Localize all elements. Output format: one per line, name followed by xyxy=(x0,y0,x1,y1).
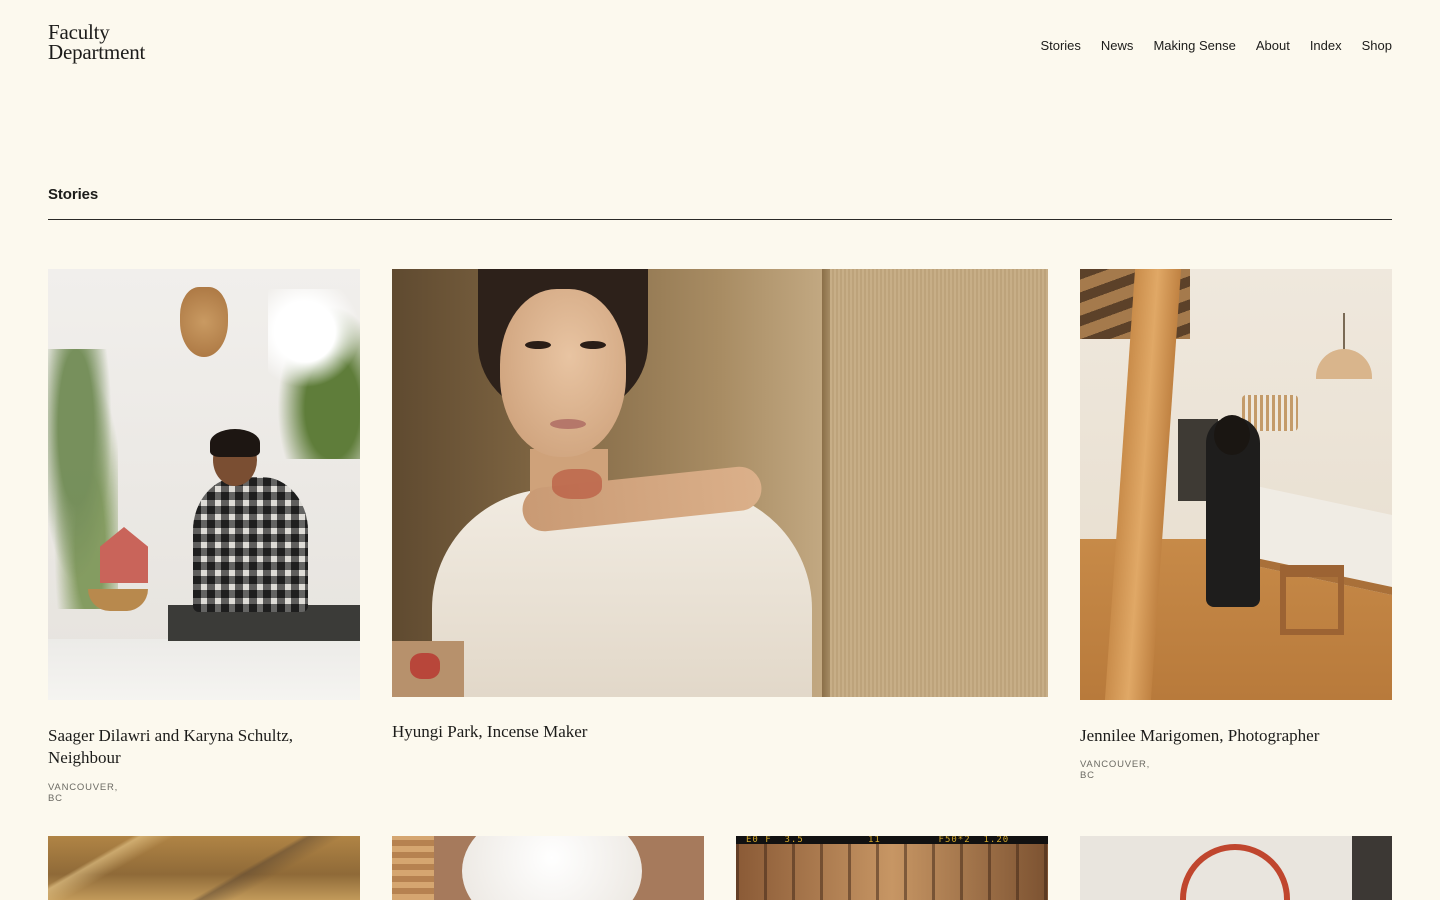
story-photo-7[interactable] xyxy=(1080,836,1392,900)
section-title: Stories xyxy=(48,186,99,203)
main-nav: Stories News Making Sense About Index Sh… xyxy=(1040,38,1392,53)
logo-line-1: Faculty xyxy=(48,20,110,44)
nav-index[interactable]: Index xyxy=(1310,38,1342,53)
nav-shop[interactable]: Shop xyxy=(1362,38,1392,53)
story-location-1: VANCOUVER, BC xyxy=(48,782,119,804)
nav-about[interactable]: About xyxy=(1256,38,1290,53)
site-logo[interactable]: Faculty Department xyxy=(48,20,146,64)
story-photo-5[interactable] xyxy=(392,836,704,900)
story-title-1[interactable]: Saager Dilawri and Karyna Schultz, Neigh… xyxy=(48,725,348,769)
nav-making-sense[interactable]: Making Sense xyxy=(1153,38,1235,53)
story-photo-2[interactable] xyxy=(392,269,1048,697)
story-photo-4[interactable] xyxy=(48,836,360,900)
film-strip-text: E0 F 3.5 11 F50*2 1.20 xyxy=(746,836,1010,845)
nav-news[interactable]: News xyxy=(1101,38,1134,53)
story-title-3[interactable]: Jennilee Marigomen, Photographer xyxy=(1080,725,1392,747)
logo-line-2: Department xyxy=(48,40,146,64)
nav-stories[interactable]: Stories xyxy=(1040,38,1080,53)
story-location-3: VANCOUVER, BC xyxy=(1080,759,1151,781)
story-photo-3[interactable] xyxy=(1080,269,1392,700)
story-photo-6[interactable]: E0 F 3.5 11 F50*2 1.20 xyxy=(736,836,1048,900)
story-title-2[interactable]: Hyungi Park, Incense Maker xyxy=(392,721,1032,743)
section-divider xyxy=(48,219,1392,220)
story-photo-1[interactable] xyxy=(48,269,360,700)
